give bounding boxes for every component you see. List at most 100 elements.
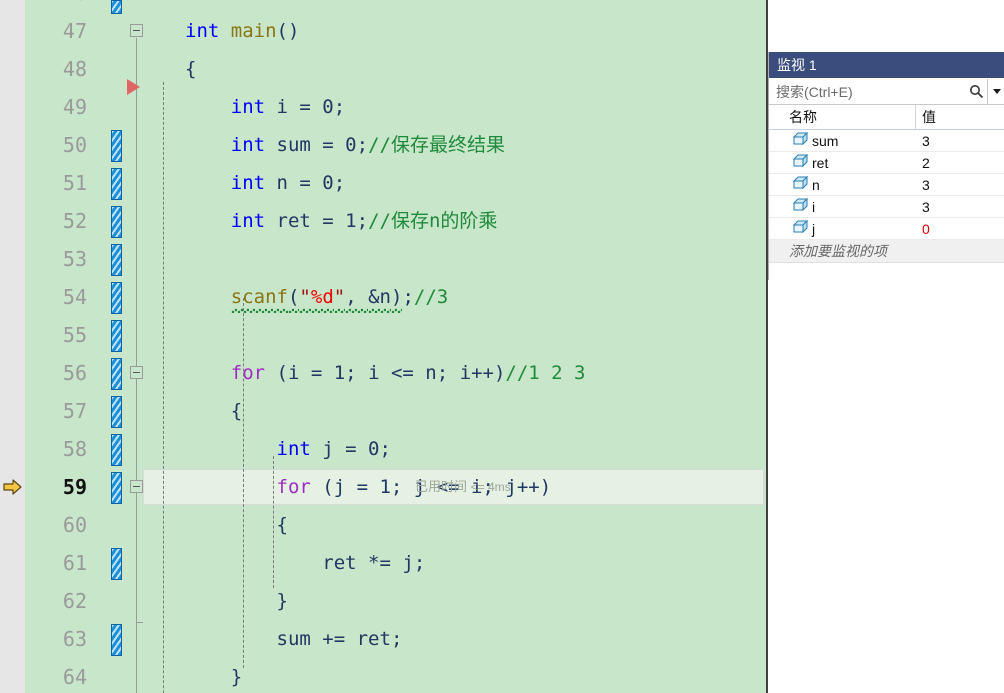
- code-editor-pane[interactable]: 4647int main()48{49 int i = 0;50 int sum…: [0, 0, 768, 693]
- chevron-down-icon: [992, 89, 1001, 94]
- watch-row[interactable]: sum 3: [769, 130, 1004, 152]
- line-number: 60: [62, 513, 87, 537]
- watch-window[interactable]: 监视 1 搜索(Ctrl+E) 名称 值 sum 3 ret 2 n 3 i 3 j 0 添加要监…: [768, 52, 1004, 303]
- code-token: ": [333, 286, 346, 315]
- code-token: //3: [413, 286, 449, 308]
- code-token: {: [185, 400, 243, 422]
- search-icon[interactable]: [965, 84, 987, 99]
- code-text[interactable]: }: [185, 658, 242, 693]
- watch-name-cell[interactable]: ret: [769, 153, 916, 172]
- watch-name-cell[interactable]: i: [769, 197, 916, 216]
- code-token: <=: [390, 362, 426, 384]
- code-token: ret: [322, 552, 369, 574]
- watch-search-bar[interactable]: 搜索(Ctrl+E): [769, 78, 1004, 105]
- unsaved-change-bar: [111, 168, 122, 200]
- variable-box-icon: [792, 175, 809, 194]
- code-token: ret =: [276, 210, 346, 232]
- unsaved-change-bar: [111, 472, 122, 504]
- unsaved-change-bar: [111, 358, 122, 390]
- watch-rows-container: sum 3 ret 2 n 3 i 3 j 0: [769, 130, 1004, 240]
- watch-add-item-row[interactable]: 添加要监视的项: [769, 240, 1004, 263]
- watch-row[interactable]: ret 2: [769, 152, 1004, 174]
- watch-value-cell[interactable]: 3: [916, 199, 1004, 215]
- code-text[interactable]: for (i = 1; i <= n; i++)//1 2 3: [185, 354, 586, 392]
- watch-value-cell[interactable]: 3: [916, 177, 1004, 193]
- unsaved-change-bar: [111, 130, 122, 162]
- code-token: }: [185, 590, 288, 612]
- code-token: n;: [425, 362, 460, 384]
- code-token: //1 2 3: [505, 362, 586, 384]
- code-token: 0;: [322, 96, 346, 118]
- code-token: i: [459, 362, 472, 384]
- watch-row[interactable]: i3: [769, 196, 1004, 218]
- code-text[interactable]: int ret = 1;//保存n的阶乘: [185, 202, 498, 240]
- watch-row[interactable]: n3: [769, 174, 1004, 196]
- variable-box-icon: [792, 153, 809, 172]
- line-number: 54: [62, 285, 87, 309]
- code-text[interactable]: ret *= j;: [185, 544, 425, 582]
- unsaved-change-bar: [111, 244, 122, 276]
- code-token: *=: [368, 552, 403, 574]
- watch-value-cell[interactable]: 2: [916, 155, 1004, 171]
- unsaved-change-bar: [111, 206, 122, 238]
- code-text[interactable]: int sum = 0;//保存最终结果: [185, 126, 505, 164]
- indicator-margin[interactable]: [0, 0, 25, 693]
- line-number: 55: [62, 323, 87, 347]
- watch-value-cell[interactable]: 3: [916, 133, 1004, 149]
- code-token: int: [230, 172, 277, 194]
- code-token: main: [230, 20, 277, 42]
- code-token: ++): [471, 362, 506, 384]
- watch-window-title: 监视 1: [769, 52, 1004, 78]
- code-token: sum =: [276, 134, 346, 156]
- watch-row[interactable]: j0: [769, 218, 1004, 240]
- code-text[interactable]: {: [185, 392, 242, 430]
- code-text[interactable]: sum += ret;: [185, 620, 403, 658]
- elapsed-time-value: <= 4ms: [470, 480, 511, 494]
- code-token: 1;: [379, 476, 414, 498]
- elapsed-time-annotation: 已用时间 <= 4ms: [415, 468, 511, 506]
- line-number: 50: [62, 133, 87, 157]
- watch-name-cell[interactable]: sum: [769, 131, 916, 150]
- variable-box-icon: [792, 219, 809, 238]
- indent-guide: [273, 456, 274, 588]
- code-text[interactable]: int main(): [185, 12, 299, 50]
- column-header-name[interactable]: 名称: [769, 105, 916, 129]
- code-token: i: [368, 362, 391, 384]
- code-token: (: [287, 286, 300, 315]
- column-header-value[interactable]: 值: [916, 105, 1004, 129]
- variable-box-icon: [792, 131, 809, 150]
- search-options-dropdown[interactable]: [987, 79, 1004, 104]
- code-token: 0;: [368, 438, 391, 460]
- indent-guide: [163, 82, 164, 693]
- code-token: }: [185, 666, 243, 688]
- code-token: j: [402, 552, 414, 574]
- run-to-cursor-glyph[interactable]: [127, 79, 140, 95]
- code-text[interactable]: {: [185, 50, 196, 88]
- code-text[interactable]: scanf("%d", &n);//3: [185, 278, 448, 316]
- code-lines-container[interactable]: 4647int main()48{49 int i = 0;50 int sum…: [3, 0, 764, 693]
- watch-name-cell[interactable]: j: [769, 219, 916, 238]
- collapse-outline-button[interactable]: [130, 480, 143, 493]
- line-number: 47: [62, 19, 87, 43]
- code-token: ,: [345, 286, 369, 315]
- watch-name-cell[interactable]: n: [769, 175, 916, 194]
- current-statement-arrow: [3, 478, 23, 501]
- code-text[interactable]: int n = 0;: [185, 164, 345, 202]
- code-text[interactable]: int i = 0;: [185, 88, 345, 126]
- code-text[interactable]: int j = 0;: [185, 430, 391, 468]
- code-token: sum: [276, 628, 323, 650]
- watch-search-input[interactable]: 搜索(Ctrl+E): [769, 82, 965, 102]
- code-token: //保存n的阶乘: [368, 210, 498, 232]
- code-line[interactable]: 46: [25, 0, 764, 12]
- code-token: int: [230, 96, 277, 118]
- code-token: (): [276, 20, 300, 42]
- code-token: int: [230, 210, 277, 232]
- collapse-outline-button[interactable]: [130, 24, 143, 37]
- watch-value-cell[interactable]: 0: [916, 221, 1004, 237]
- collapse-outline-button[interactable]: [130, 366, 143, 379]
- watch-variable-name: i: [812, 198, 816, 215]
